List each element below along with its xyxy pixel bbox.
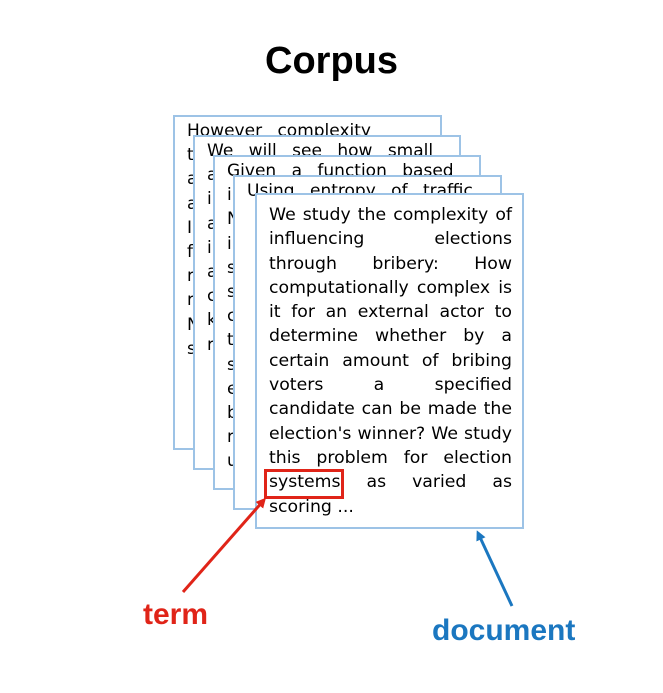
arrows [181, 497, 514, 607]
document-arrow [476, 530, 514, 607]
term-label: term [143, 598, 209, 631]
document-label: document [432, 614, 576, 647]
term-arrow [181, 497, 266, 593]
